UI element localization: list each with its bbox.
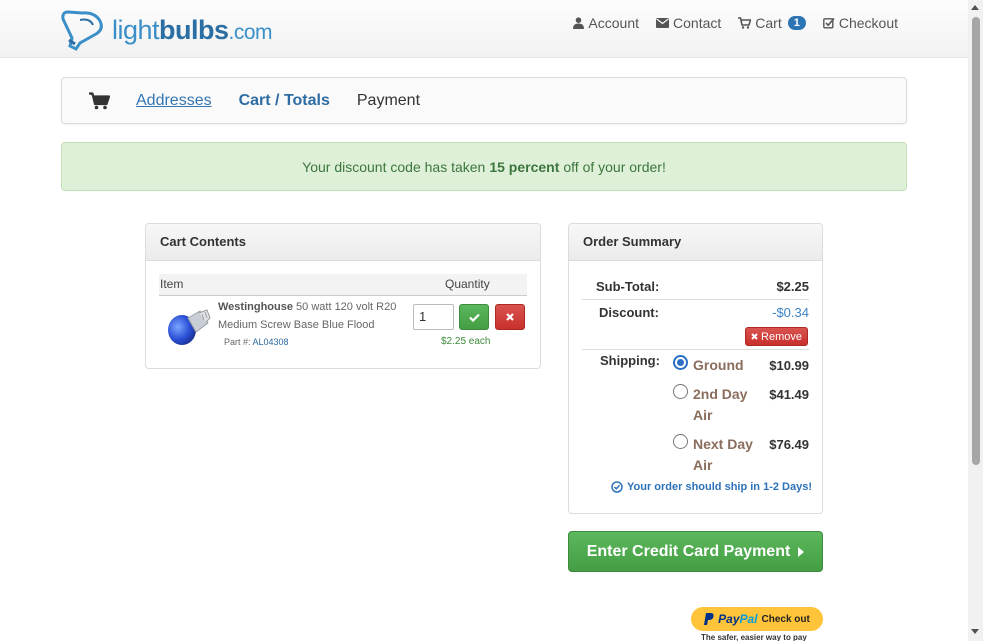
cart-contents-panel: Cart Contents Item Quantity Westinghouse…: [145, 223, 541, 369]
step-cart-totals: Cart / Totals: [238, 91, 330, 109]
check-circle-icon: [611, 481, 623, 493]
remove-item-button[interactable]: [495, 304, 525, 330]
shipping-option-name-line2: Air: [693, 457, 713, 473]
product-description[interactable]: Westinghouse 50 watt 120 volt R20 Medium…: [218, 298, 408, 334]
shipping-option-ground[interactable]: Ground: [693, 355, 744, 376]
unit-price: $2.25 each: [441, 336, 491, 347]
scroll-down-arrow-icon[interactable]: [971, 629, 979, 634]
order-summary-title: Order Summary: [569, 224, 822, 261]
shipping-price-2nd-day-air: $41.49: [769, 387, 809, 402]
user-icon: [573, 17, 585, 29]
paypal-wordmark-pay: Pay: [718, 612, 740, 626]
step-payment: Payment: [356, 91, 421, 109]
update-quantity-button[interactable]: [459, 304, 489, 330]
site-logo[interactable]: lightbulbs.com: [60, 8, 273, 52]
close-icon: [506, 313, 514, 321]
page-scrollbar[interactable]: [968, 0, 983, 641]
paypal-wordmark-pal: Pal: [739, 612, 758, 626]
checkout-steps: Addresses Cart / Totals Payment: [61, 77, 907, 124]
paypal-checkout-button[interactable]: PayPal Check out: [691, 607, 823, 631]
ship-time-text: Your order should ship in 1-2 Days!: [627, 481, 812, 493]
checkmark-icon: [468, 313, 480, 322]
remove-discount-label: Remove: [761, 330, 802, 343]
shipping-label: Shipping:: [600, 353, 660, 368]
part-number: Part #: AL04308: [224, 337, 289, 347]
shipping-radio-next-day-air[interactable]: [673, 434, 688, 449]
order-summary-panel: Order Summary Sub-Total: $2.25 Discount:…: [568, 223, 823, 514]
top-nav: Account Contact Cart 1 Checkout: [573, 15, 898, 31]
shipping-radio-2nd-day-air[interactable]: [673, 384, 688, 399]
remove-discount-button[interactable]: Remove: [745, 327, 808, 346]
shipping-option-name: Next Day: [693, 436, 753, 452]
cart-icon: [738, 17, 752, 29]
site-header: lightbulbs.com Account Contact Cart 1 Ch…: [0, 0, 968, 58]
scroll-thumb[interactable]: [972, 17, 980, 465]
part-number-label: Part #:: [224, 337, 251, 347]
summary-divider: [582, 299, 809, 300]
subtotal-value: $2.25: [776, 279, 809, 294]
logo-part-bulbs: bulbs: [159, 14, 229, 45]
alert-text-after: off of your order!: [563, 158, 666, 175]
discount-alert: Your discount code has taken 15 percent …: [61, 142, 907, 191]
ship-time-note: Your order should ship in 1-2 Days!: [611, 481, 812, 493]
chevron-right-icon: [798, 546, 805, 557]
logo-part-com: .com: [228, 20, 273, 44]
paypal-logo-icon: [704, 613, 714, 625]
summary-divider: [582, 349, 809, 350]
product-brand: Westinghouse: [218, 301, 293, 313]
nav-checkout[interactable]: Checkout: [822, 15, 898, 31]
step-addresses-link[interactable]: Addresses: [136, 92, 212, 110]
shipping-option-name: Ground: [693, 357, 744, 373]
column-header-quantity: Quantity: [445, 277, 490, 291]
discount-label: Discount:: [599, 305, 659, 320]
nav-checkout-label: Checkout: [838, 15, 898, 31]
enter-credit-card-payment-button[interactable]: Enter Credit Card Payment: [568, 531, 823, 572]
shipping-option-name-line2: Air: [693, 407, 713, 423]
quantity-input[interactable]: 1: [413, 304, 454, 330]
lightbulb-logo-icon: [61, 10, 103, 51]
column-header-item: Item: [160, 277, 184, 291]
shipping-option-next-day-air[interactable]: Next Day Air: [693, 434, 753, 476]
cart-count-badge: 1: [787, 16, 806, 30]
alert-discount-amount: 15 percent: [489, 158, 560, 175]
check-square-icon: [822, 17, 835, 29]
paypal-tagline: The safer, easier way to pay: [701, 633, 807, 641]
scroll-up-arrow-icon[interactable]: [971, 5, 979, 10]
paypal-wordmark: PayPal: [718, 612, 757, 626]
product-image[interactable]: [166, 304, 212, 348]
shipping-radio-ground[interactable]: [673, 355, 688, 370]
nav-cart-label: Cart: [755, 15, 782, 31]
cart-contents-title: Cart Contents: [146, 224, 540, 261]
alert-text-before: Your discount code has taken: [302, 158, 486, 175]
shopping-cart-icon: [89, 91, 110, 109]
shipping-price-next-day-air: $76.49: [769, 437, 809, 452]
nav-account-label: Account: [588, 15, 640, 31]
discount-value: -$0.34: [772, 305, 809, 320]
cart-table-header: Item Quantity: [159, 274, 527, 296]
shipping-option-name: 2nd Day: [693, 386, 748, 402]
nav-account[interactable]: Account: [573, 15, 639, 31]
envelope-icon: [656, 18, 670, 28]
paypal-checkout-label: Check out: [761, 613, 810, 625]
logo-text: lightbulbs.com: [112, 14, 273, 46]
shipping-option-2nd-day-air[interactable]: 2nd Day Air: [693, 384, 747, 426]
pay-button-label: Enter Credit Card Payment: [586, 542, 791, 560]
close-icon: [751, 333, 758, 340]
shipping-price-ground: $10.99: [769, 358, 809, 373]
logo-part-light: light: [112, 14, 160, 45]
nav-contact[interactable]: Contact: [656, 15, 721, 31]
nav-contact-label: Contact: [673, 15, 722, 31]
nav-cart[interactable]: Cart 1: [738, 15, 806, 31]
subtotal-label: Sub-Total:: [596, 279, 660, 294]
part-number-value[interactable]: AL04308: [253, 337, 289, 347]
